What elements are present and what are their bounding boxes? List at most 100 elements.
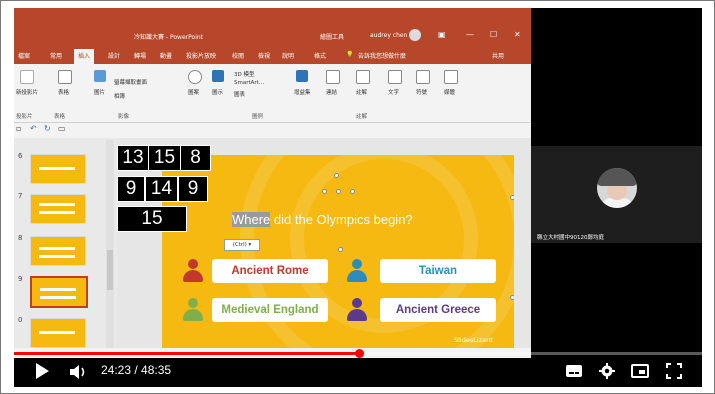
score-box[interactable]: 9 — [117, 176, 145, 202]
shapes-icon[interactable] — [188, 70, 202, 84]
settings-icon[interactable] — [599, 363, 615, 379]
slide-thumbnail-9[interactable] — [30, 276, 88, 308]
answer-ancient-rome[interactable]: Ancient Rome — [212, 259, 328, 283]
paste-options-tag[interactable]: (Ctrl) ▾ — [224, 239, 260, 251]
slide-thumbnail-pane: 6 7 8 9 0 — [14, 138, 117, 358]
selection-handle[interactable] — [336, 189, 341, 194]
score-box[interactable]: 15 — [117, 206, 187, 232]
user-avatar[interactable] — [409, 29, 421, 41]
group-slides: 投影片 — [16, 114, 33, 120]
miniplayer-icon[interactable] — [631, 363, 649, 379]
fullscreen-icon[interactable] — [666, 363, 682, 379]
answer-taiwan[interactable]: Taiwan — [380, 259, 496, 283]
powerpoint-window: 冷知識大賽 - PowerPoint 繪圖工具 audrey chen ▣ — … — [14, 8, 531, 358]
selection-handle[interactable] — [338, 247, 343, 252]
tab-design[interactable]: 設計 — [108, 51, 120, 60]
rotate-handle[interactable] — [334, 173, 339, 178]
addins-button[interactable]: 增益集 — [294, 88, 311, 96]
selection-handle[interactable] — [510, 195, 514, 200]
slide-thumbnail-6[interactable] — [30, 154, 86, 184]
images-button[interactable]: 圖片 — [94, 88, 105, 96]
images-icon[interactable] — [94, 70, 106, 82]
score-box[interactable]: 8 — [180, 145, 211, 171]
table-icon[interactable] — [58, 70, 72, 84]
new-slide-icon[interactable] — [20, 70, 34, 84]
ribbon-display-icon[interactable]: ▣ — [438, 30, 446, 39]
answer-medieval-england[interactable]: Medieval England — [212, 298, 328, 322]
slide-number: 8 — [18, 234, 23, 242]
smartart-button[interactable]: SmartArt... — [234, 80, 264, 86]
link-icon[interactable] — [326, 70, 340, 84]
tab-insert[interactable]: 插入 — [74, 49, 95, 64]
album-button[interactable]: 相簿 — [114, 92, 125, 100]
selection-handle[interactable] — [322, 189, 327, 194]
slide-number: 0 — [18, 316, 23, 324]
save-icon[interactable]: ▫ — [16, 124, 21, 133]
subtitles-icon[interactable] — [565, 363, 583, 379]
tab-home[interactable]: 常用 — [50, 51, 62, 60]
tab-review[interactable]: 校閱 — [232, 51, 244, 60]
score-box[interactable]: 15 — [148, 145, 181, 171]
addins-icon[interactable] — [296, 70, 308, 82]
drawing-tools-label: 繪圖工具 — [320, 34, 345, 41]
video-player[interactable]: 冷知識大賽 - PowerPoint 繪圖工具 audrey chen ▣ — … — [14, 8, 702, 387]
present-icon[interactable]: ▭ — [58, 124, 66, 133]
score-box[interactable]: 14 — [145, 176, 178, 202]
table-button[interactable]: 表格 — [58, 88, 69, 96]
media-icon[interactable] — [444, 70, 458, 84]
3d-model-button[interactable]: 3D 模型 — [234, 70, 254, 78]
chart-button[interactable]: 圖表 — [234, 90, 245, 98]
screenshot-button[interactable]: 螢幕擷取畫面 — [114, 78, 147, 86]
shapes-button[interactable]: 圖案 — [188, 88, 199, 96]
slideslizard-logo: SlidesLizard — [454, 336, 493, 344]
symbols-button[interactable]: 符號 — [416, 88, 427, 96]
play-icon[interactable] — [36, 363, 49, 379]
slide-thumbnail-7[interactable] — [30, 194, 86, 224]
volume-icon[interactable] — [69, 364, 89, 380]
score-box[interactable]: 9 — [178, 176, 208, 202]
tab-animations[interactable]: 動畫 — [160, 51, 172, 60]
undo-icon[interactable]: ↶ — [30, 124, 37, 133]
tab-help[interactable]: 說明 — [282, 51, 294, 60]
media-button[interactable]: 媒體 — [444, 88, 455, 96]
close-icon[interactable]: ✕ — [514, 30, 521, 39]
text-button[interactable]: 文字 — [388, 88, 399, 96]
comment-button[interactable]: 註解 — [356, 88, 367, 96]
question-text[interactable]: Where did the Olympics begin? — [232, 212, 413, 227]
current-slide[interactable]: Where did the Olympics begin? (Ctrl) ▾ A… — [162, 155, 514, 352]
group-images: 影像 — [118, 114, 130, 120]
tab-slideshow[interactable]: 投影片放映 — [186, 51, 216, 60]
tab-transitions[interactable]: 轉場 — [134, 51, 146, 60]
tab-file[interactable]: 檔案 — [18, 51, 30, 60]
slide-thumbnail-10[interactable] — [30, 318, 86, 348]
new-slide-button[interactable]: 新投影片 — [16, 88, 38, 96]
icons-button[interactable]: 圖示 — [212, 88, 223, 96]
share-button[interactable]: 共用 — [492, 51, 504, 60]
thumbnail-scrollbar[interactable] — [106, 140, 114, 358]
answer-ancient-greece[interactable]: Ancient Greece — [380, 298, 496, 322]
player-controls: 24:23 / 48:35 — [14, 355, 702, 387]
slide-thumbnail-8[interactable] — [30, 236, 86, 266]
score-box[interactable]: 13 — [117, 145, 149, 171]
time-display: 24:23 / 48:35 — [101, 363, 172, 377]
slide-number: 9 — [18, 275, 23, 283]
ppt-title: 冷知識大賽 - PowerPoint — [134, 34, 204, 41]
tab-format[interactable]: 格式 — [314, 51, 326, 60]
icons-icon[interactable] — [212, 70, 224, 82]
selection-handle[interactable] — [510, 295, 514, 300]
scrollbar-thumb[interactable] — [107, 250, 113, 290]
maximize-icon[interactable]: ☐ — [490, 30, 497, 39]
symbols-icon[interactable] — [416, 70, 430, 84]
text-icon[interactable] — [388, 70, 402, 84]
selection-handle[interactable] — [350, 189, 355, 194]
page-frame: 冷知識大賽 - PowerPoint 繪圖工具 audrey chen ▣ — … — [0, 0, 715, 394]
tell-me-search[interactable]: 告訴我您想做什麼 — [358, 51, 406, 60]
person-icon — [346, 259, 368, 283]
comment-icon[interactable] — [356, 70, 370, 84]
link-button[interactable]: 連結 — [326, 88, 337, 96]
person-icon — [182, 298, 204, 322]
minimize-icon[interactable]: — — [466, 30, 474, 39]
redo-icon[interactable]: ↻ — [44, 124, 51, 133]
tab-view[interactable]: 檢視 — [258, 51, 270, 60]
quick-access-toolbar: ▫ ↶ ↻ ▭ — [14, 123, 531, 137]
